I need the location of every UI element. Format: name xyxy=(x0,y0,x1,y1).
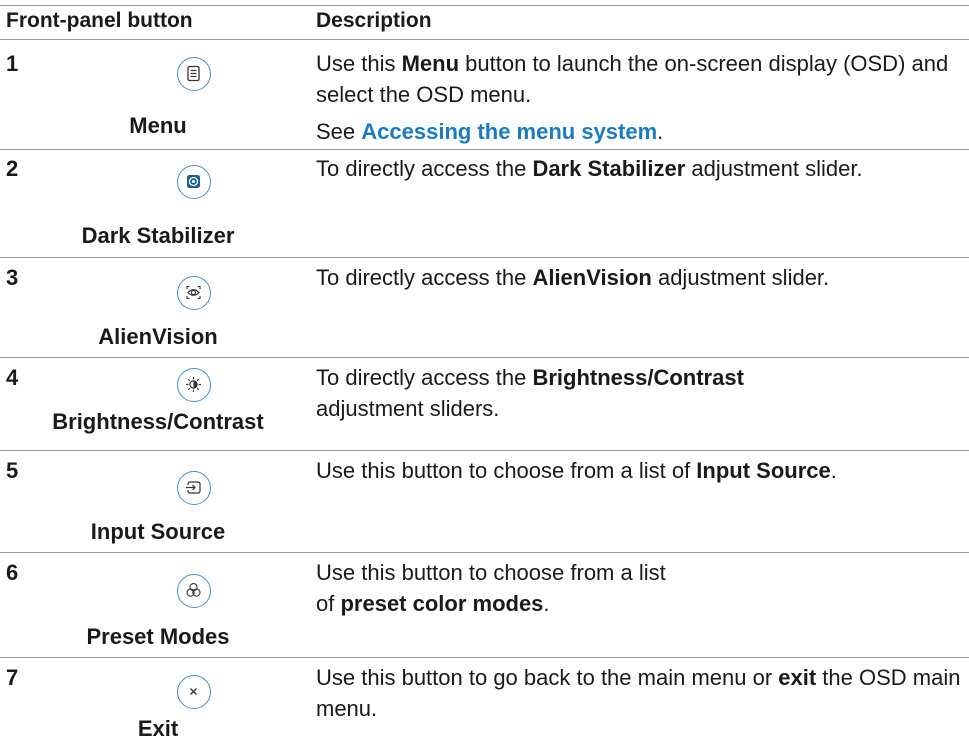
header-rule xyxy=(0,39,969,40)
emphasis-text: Brightness/Contrast xyxy=(532,365,744,390)
description-text: To directly access the xyxy=(316,365,533,390)
description-text: adjustment slider. xyxy=(651,265,830,290)
button-label-alienvision: AlienVision xyxy=(98,324,218,349)
row-number: 6 xyxy=(6,560,19,585)
exit-icon xyxy=(177,675,211,709)
description-text: . xyxy=(657,119,664,144)
emphasis-text: preset color modes xyxy=(340,591,544,616)
row-description: Use this Menu button to launch the on-sc… xyxy=(316,48,961,110)
description-text: adjustment slider. xyxy=(685,156,863,181)
description-text: To directly access the xyxy=(316,265,533,290)
row-description: To directly access the AlienVision adjus… xyxy=(316,262,961,293)
row-number: 1 xyxy=(6,51,19,76)
description-text: adjustment sliders. xyxy=(316,396,500,421)
button-label-preset-modes: Preset Modes xyxy=(86,624,230,649)
row-description: To directly access the Dark Stabilizer a… xyxy=(316,153,961,184)
button-label-dark-stabilizer: Dark Stabilizer xyxy=(81,223,235,248)
description-text: . xyxy=(543,591,550,616)
row-description: To directly access the Brightness/Contra… xyxy=(316,362,756,424)
row-description: Use this button to choose from a list of… xyxy=(316,455,961,486)
row-number: 5 xyxy=(6,458,19,483)
row-number: 3 xyxy=(6,265,19,290)
button-label-exit: Exit xyxy=(137,716,179,741)
description-text: Use this xyxy=(316,51,402,76)
input-source-icon xyxy=(177,471,211,505)
emphasis-text: Input Source xyxy=(696,458,831,483)
button-label-input-source: Input Source xyxy=(90,519,226,544)
row-number: 7 xyxy=(6,665,19,690)
header-front-panel-button: Front-panel button xyxy=(6,9,193,32)
row-description-note: See Accessing the menu system. xyxy=(316,116,961,147)
preset-modes-icon xyxy=(177,574,211,608)
emphasis-text: Dark Stabilizer xyxy=(532,156,686,181)
brightness-icon xyxy=(177,368,211,402)
menu-icon xyxy=(177,57,211,91)
row-number: 2 xyxy=(6,156,19,181)
header-description: Description xyxy=(316,9,432,32)
button-label-menu: Menu xyxy=(129,113,187,138)
button-label-brightness-contrast: Brightness/Contrast xyxy=(52,409,264,434)
row-description: Use this button to choose from a list of… xyxy=(316,557,676,619)
emphasis-text: exit xyxy=(778,665,817,690)
emphasis-text: AlienVision xyxy=(532,265,652,290)
row-description: Use this button to go back to the main m… xyxy=(316,662,961,724)
row-number: 4 xyxy=(6,365,19,390)
alienvision-icon xyxy=(177,276,211,310)
description-text: See xyxy=(316,119,362,144)
cross-reference-link[interactable]: Accessing the menu system xyxy=(361,119,657,144)
dark-stabilizer-icon xyxy=(177,165,211,199)
description-text: . xyxy=(830,458,837,483)
description-text: Use this button to go back to the main m… xyxy=(316,665,779,690)
description-text: To directly access the xyxy=(316,156,533,181)
emphasis-text: Menu xyxy=(401,51,460,76)
description-text: Use this button to choose from a list of xyxy=(316,458,697,483)
